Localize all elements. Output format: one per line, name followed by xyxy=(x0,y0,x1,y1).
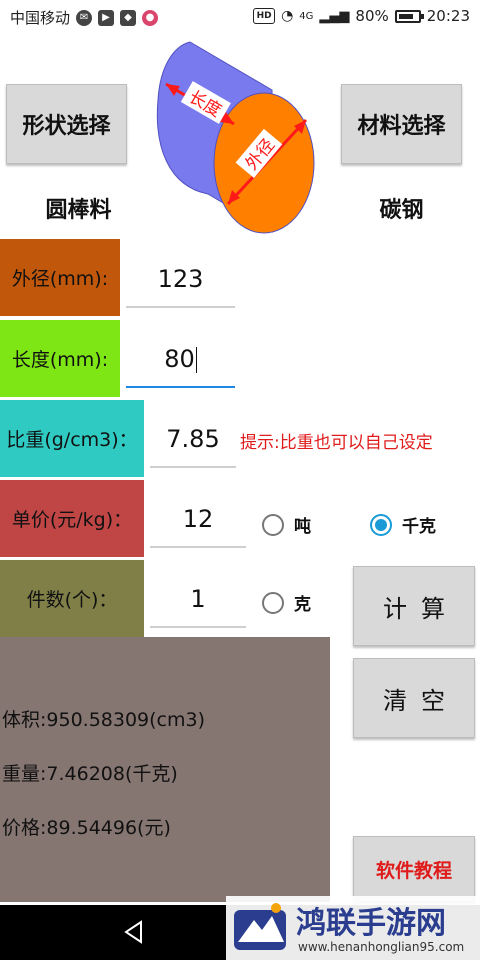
text-cursor xyxy=(195,347,197,373)
app-screen: 中国移动 ✉ ▶ ◆ ● HD ◔ 4G ▂▄▆ 80% 20:23 形状选择 … xyxy=(0,0,480,960)
clear-button[interactable]: 清空 xyxy=(353,658,475,738)
radio-unchecked-icon xyxy=(262,591,284,614)
diameter-label-box: 外径(mm): xyxy=(0,239,120,316)
unit-ton-radio[interactable]: 吨 xyxy=(262,512,311,537)
clock: 20:23 xyxy=(426,7,470,25)
quantity-label-box: 件数(个)： xyxy=(0,560,144,637)
signal-icon: ▂▄▆ xyxy=(319,8,350,24)
result-volume: 体积:950.58309(cm3) xyxy=(2,709,206,731)
watermark-url: www.henanhonglian95.com xyxy=(298,940,465,954)
density-input[interactable]: 7.85 xyxy=(150,416,236,468)
radio-checked-icon xyxy=(370,513,392,536)
unit-price-label-box: 单价(元/kg)： xyxy=(0,480,144,557)
shape-value: 圆棒料 xyxy=(45,198,112,223)
density-label-box: 比重(g/cm3)： xyxy=(0,400,144,477)
unit-kg-label: 千克 xyxy=(402,517,436,537)
material-select-button[interactable]: 材料选择 xyxy=(341,84,462,164)
wechat-icon: ✉ xyxy=(76,9,93,26)
carrier-text: 中国移动 xyxy=(10,9,71,27)
back-icon[interactable] xyxy=(124,920,144,944)
wifi-icon: ◔ xyxy=(281,8,294,24)
calculate-button[interactable]: 计算 xyxy=(353,566,475,646)
unit-kg-radio[interactable]: 千克 xyxy=(370,512,436,537)
hd-icon: HD xyxy=(253,8,276,24)
result-price: 价格:89.54496(元) xyxy=(2,817,171,839)
battery-icon xyxy=(394,9,424,23)
cylinder-diagram: 长度 外径 xyxy=(156,41,315,234)
unit-gram-radio[interactable]: 克 xyxy=(262,590,311,615)
watermark-logo-icon xyxy=(234,903,286,950)
status-bar: 中国移动 ✉ ▶ ◆ ● HD ◔ 4G ▂▄▆ 80% 20:23 xyxy=(0,0,480,34)
play-icon: ▶ xyxy=(98,9,115,26)
watermark-title: 鸿联手游网 xyxy=(296,906,446,941)
app-icon: ◆ xyxy=(120,9,137,26)
tutorial-button[interactable]: 软件教程 xyxy=(353,836,475,902)
shape-select-button[interactable]: 形状选择 xyxy=(6,84,127,164)
quantity-input[interactable]: 1 xyxy=(150,576,246,628)
result-weight: 重量:7.46208(千克) xyxy=(2,763,178,785)
length-input-value: 80 xyxy=(164,345,195,373)
unit-price-input[interactable]: 12 xyxy=(150,496,246,548)
result-panel: 体积:950.58309(cm3) 重量:7.46208(千克) 价格:89.5… xyxy=(0,637,330,902)
length-input[interactable]: 80 xyxy=(126,336,235,388)
radio-unchecked-icon xyxy=(262,513,284,536)
notification-icon: ● xyxy=(142,9,159,26)
status-right: HD ◔ 4G ▂▄▆ 80% 20:23 xyxy=(253,7,470,25)
density-hint: 提示:比重也可以自己设定 xyxy=(240,433,433,453)
length-label-box: 长度(mm): xyxy=(0,320,120,397)
material-value: 碳钢 xyxy=(379,198,424,223)
unit-ton-label: 吨 xyxy=(294,517,311,537)
unit-gram-label: 克 xyxy=(294,595,311,615)
battery-percent: 80% xyxy=(355,7,389,25)
network-type: 4G xyxy=(299,10,314,22)
status-left: 中国移动 ✉ ▶ ◆ ● xyxy=(10,7,159,28)
diameter-input[interactable]: 123 xyxy=(126,256,235,308)
